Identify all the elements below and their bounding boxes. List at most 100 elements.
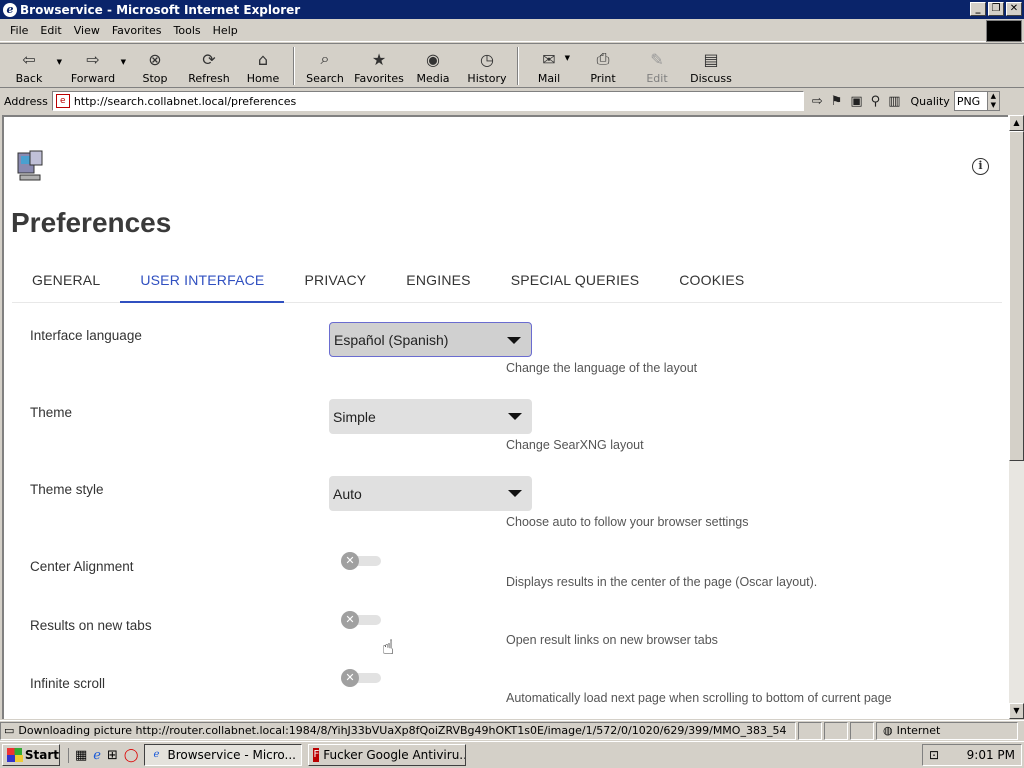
start-button[interactable]: Start: [2, 744, 60, 766]
favorites-button[interactable]: ★ Favorites: [352, 44, 406, 87]
toggle-off-icon: ✕: [341, 552, 359, 570]
home-icon: ⌂: [257, 49, 269, 69]
menu-favorites[interactable]: Favorites: [106, 24, 168, 37]
page-capture-icon[interactable]: ▣: [850, 94, 862, 109]
ie-launch-icon[interactable]: ℯ: [93, 748, 101, 763]
print-icon: ⎙: [596, 49, 610, 68]
tab-user-interface[interactable]: USER INTERFACE: [120, 265, 285, 303]
media-button[interactable]: ◉ Media: [406, 44, 460, 87]
chevron-down-icon: [507, 337, 521, 344]
history-button[interactable]: ◷ History: [460, 44, 514, 87]
taskbar: Start ▦ ℯ ⊞ ◯ ℯ Browservice - Micro... F…: [0, 741, 1024, 768]
quality-value: PNG: [956, 94, 981, 108]
theme-select[interactable]: Simple: [329, 399, 532, 434]
tab-engines[interactable]: ENGINES: [386, 265, 490, 303]
center-alignment-toggle[interactable]: ✕: [341, 552, 383, 570]
tab-cookies[interactable]: COOKIES: [659, 265, 764, 303]
stop-button[interactable]: ⊗ Stop: [128, 44, 182, 87]
forward-arrow-icon: ⇨: [86, 49, 100, 69]
home-button[interactable]: ⌂ Home: [236, 44, 290, 87]
network-tray-icon[interactable]: ⊡: [929, 748, 939, 762]
mail-button[interactable]: ✉ Mail ▼: [522, 44, 576, 87]
title-bar[interactable]: e Browservice - Microsoft Internet Explo…: [0, 0, 1024, 19]
history-icon: ◷: [480, 49, 494, 69]
address-input[interactable]: e http://search.collabnet.local/preferen…: [51, 91, 804, 111]
setting-help: Displays results in the center of the pa…: [506, 575, 818, 589]
quality-select[interactable]: PNG ▲ ▼: [953, 91, 1000, 111]
windows-logo-icon: [986, 20, 1022, 42]
opera-icon[interactable]: ◯: [124, 748, 139, 763]
app-task-icon: F: [313, 748, 320, 762]
mail-dropdown-icon[interactable]: ▼: [565, 54, 570, 62]
status-text: ▭ Downloading picture http://router.coll…: [0, 721, 796, 740]
chevron-down-icon: [508, 413, 522, 420]
info-icon[interactable]: i: [972, 158, 989, 175]
task-browservice[interactable]: ℯ Browservice - Micro...: [144, 744, 303, 766]
new-tabs-toggle[interactable]: ✕: [341, 611, 383, 629]
stop-icon: ⊗: [148, 49, 162, 69]
minimize-button[interactable]: _: [970, 2, 986, 16]
toolbar: ⇦ Back ▼ ⇨ Forward ▼ ⊗ Stop ⟳ Refresh ⌂ Home ⌕ S…: [0, 43, 1024, 88]
setting-label: Theme: [30, 405, 73, 420]
clipboard-icon[interactable]: ▥: [888, 94, 900, 109]
back-button[interactable]: ⇦ Back ▼: [2, 44, 62, 87]
searxng-logo-icon: [17, 150, 43, 181]
discuss-button[interactable]: ▤ Discuss: [684, 44, 738, 87]
menu-help[interactable]: Help: [207, 24, 244, 37]
download-icon: ▭: [4, 724, 15, 737]
edit-button[interactable]: ✎ Edit: [630, 44, 684, 87]
show-desktop-icon[interactable]: ▦: [75, 748, 87, 763]
favorites-icon: ★: [371, 49, 387, 69]
setting-label: Results on new tabs: [30, 618, 152, 633]
tab-privacy[interactable]: PRIVACY: [284, 265, 386, 303]
theme-style-select[interactable]: Auto: [329, 476, 532, 511]
ie-task-icon: ℯ: [153, 749, 160, 760]
bookmark-icon[interactable]: ⚑: [831, 94, 843, 109]
language-select[interactable]: Español (Spanish): [329, 322, 532, 357]
menu-bar: File Edit View Favorites Tools Help: [0, 20, 1024, 42]
windows-flag-icon: [7, 748, 23, 762]
window-title: Browservice - Microsoft Internet Explore…: [20, 2, 301, 17]
maximize-button[interactable]: ❐: [988, 2, 1004, 16]
find-icon[interactable]: ⚲: [871, 94, 881, 109]
scroll-thumb[interactable]: [1009, 131, 1024, 461]
tab-general[interactable]: GENERAL: [12, 265, 120, 303]
chevron-down-icon: [508, 490, 522, 497]
clock: 9:01 PM: [966, 748, 1015, 762]
address-url: http://search.collabnet.local/preference…: [73, 94, 297, 108]
ie-icon: e: [3, 2, 17, 17]
refresh-button[interactable]: ⟳ Refresh: [182, 44, 236, 87]
quality-label: Quality: [910, 94, 950, 108]
search-icon: ⌕: [320, 49, 330, 68]
task-other-window[interactable]: F Fucker Google Antiviru...: [308, 744, 467, 766]
toggle-off-icon: ✕: [341, 669, 359, 687]
menu-edit[interactable]: Edit: [34, 24, 67, 37]
vertical-scrollbar[interactable]: ▲ ▼: [1008, 115, 1024, 719]
tab-special-queries[interactable]: SPECIAL QUERIES: [491, 265, 660, 303]
menu-file[interactable]: File: [4, 24, 34, 37]
back-arrow-icon: ⇦: [22, 49, 36, 69]
setting-help: Change SearXNG layout: [506, 438, 644, 452]
forward-button[interactable]: ⇨ Forward ▼: [66, 44, 126, 87]
go-arrow-icon[interactable]: ⇨: [812, 94, 823, 109]
menu-tools[interactable]: Tools: [168, 24, 207, 37]
network-icon[interactable]: ⊞: [107, 748, 118, 763]
search-button[interactable]: ⌕ Search: [298, 44, 352, 87]
quality-spinner-icon[interactable]: ▲ ▼: [986, 92, 999, 110]
media-icon: ◉: [426, 49, 440, 69]
infinite-scroll-toggle[interactable]: ✕: [341, 669, 383, 687]
system-tray: ⊡ 9:01 PM: [922, 744, 1022, 766]
edit-icon: ✎: [650, 49, 664, 69]
refresh-icon: ⟳: [202, 49, 216, 69]
toggle-off-icon: ✕: [341, 611, 359, 629]
mail-icon: ✉: [542, 49, 556, 69]
forward-dropdown-icon[interactable]: ▼: [121, 58, 126, 66]
scroll-down-icon[interactable]: ▼: [1009, 703, 1024, 719]
back-dropdown-icon[interactable]: ▼: [57, 58, 62, 66]
menu-view[interactable]: View: [68, 24, 106, 37]
print-button[interactable]: ⎙ Print: [576, 44, 630, 87]
close-button[interactable]: ✕: [1006, 2, 1022, 16]
setting-label: Center Alignment: [30, 559, 134, 574]
toolbar-separator: [293, 47, 295, 85]
scroll-up-icon[interactable]: ▲: [1009, 115, 1024, 131]
